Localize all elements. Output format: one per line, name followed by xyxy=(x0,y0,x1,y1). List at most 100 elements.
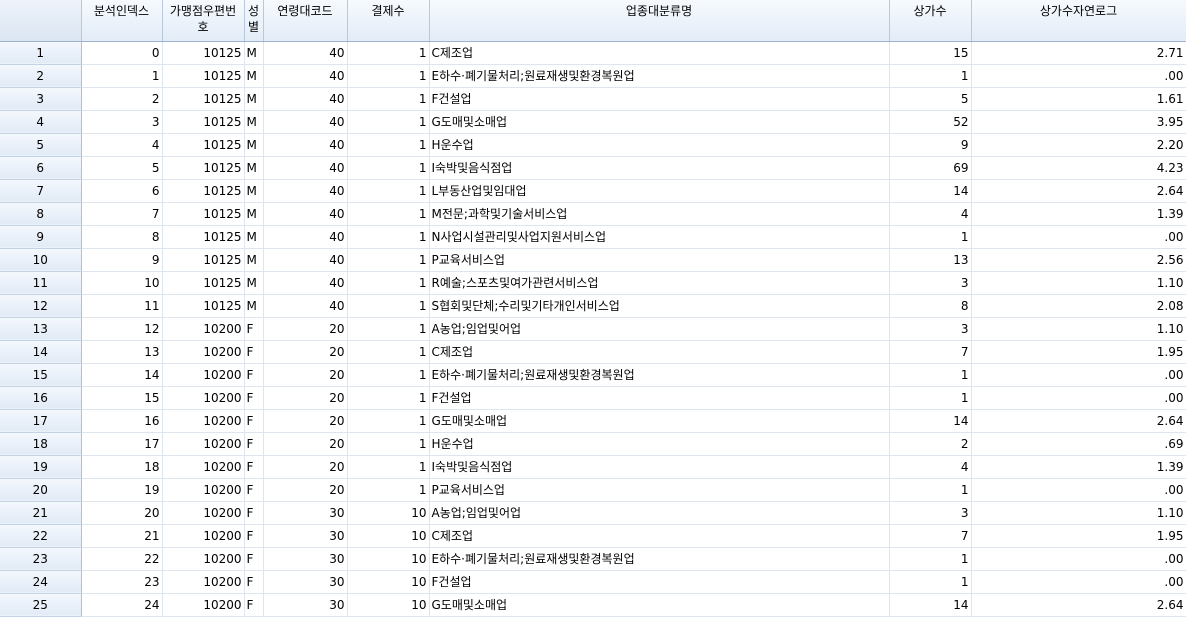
sex-cell[interactable]: F xyxy=(244,340,264,364)
postal-code-cell[interactable]: 10200 xyxy=(162,524,245,548)
postal-code-cell[interactable]: 10200 xyxy=(162,593,245,617)
store-count-log-cell[interactable]: 1.10 xyxy=(971,317,1186,341)
store-count-log-cell[interactable]: 1.39 xyxy=(971,202,1186,226)
industry-cell[interactable]: P교육서비스업 xyxy=(429,248,890,272)
row-number-header[interactable]: 20 xyxy=(0,478,82,502)
postal-code-cell[interactable]: 10200 xyxy=(162,409,245,433)
analysis-index-cell[interactable]: 21 xyxy=(81,524,163,548)
sex-cell[interactable]: M xyxy=(244,64,264,88)
sex-cell[interactable]: F xyxy=(244,363,264,387)
age-code-cell[interactable]: 20 xyxy=(263,386,348,410)
industry-cell[interactable]: M전문;과학및기술서비스업 xyxy=(429,202,890,226)
store-count-log-cell[interactable]: 4.23 xyxy=(971,156,1186,180)
row-number-header[interactable]: 6 xyxy=(0,156,82,180)
row-number-header[interactable]: 23 xyxy=(0,547,82,571)
industry-cell[interactable]: H운수업 xyxy=(429,432,890,456)
industry-cell[interactable]: N사업시설관리및사업지원서비스업 xyxy=(429,225,890,249)
store-count-cell[interactable]: 9 xyxy=(889,133,972,157)
analysis-index-cell[interactable]: 0 xyxy=(81,41,163,65)
store-count-log-cell[interactable]: .00 xyxy=(971,386,1186,410)
analysis-index-cell[interactable]: 20 xyxy=(81,501,163,525)
column-header-store-count-log[interactable]: 상가수자연로그 xyxy=(971,0,1186,42)
sex-cell[interactable]: M xyxy=(244,294,264,318)
postal-code-cell[interactable]: 10200 xyxy=(162,317,245,341)
payment-count-cell[interactable]: 10 xyxy=(347,570,430,594)
postal-code-cell[interactable]: 10125 xyxy=(162,133,245,157)
store-count-log-cell[interactable]: 2.20 xyxy=(971,133,1186,157)
postal-code-cell[interactable]: 10125 xyxy=(162,110,245,134)
store-count-log-cell[interactable]: 1.10 xyxy=(971,271,1186,295)
row-number-header[interactable]: 3 xyxy=(0,87,82,111)
analysis-index-cell[interactable]: 5 xyxy=(81,156,163,180)
store-count-log-cell[interactable]: 1.61 xyxy=(971,87,1186,111)
sex-cell[interactable]: F xyxy=(244,524,264,548)
row-number-header[interactable]: 4 xyxy=(0,110,82,134)
age-code-cell[interactable]: 40 xyxy=(263,133,348,157)
store-count-cell[interactable]: 69 xyxy=(889,156,972,180)
industry-cell[interactable]: F건설업 xyxy=(429,386,890,410)
industry-cell[interactable]: F건설업 xyxy=(429,87,890,111)
store-count-cell[interactable]: 14 xyxy=(889,409,972,433)
column-header-age-code[interactable]: 연령대코드 xyxy=(263,0,348,42)
row-number-header[interactable]: 17 xyxy=(0,409,82,433)
sex-cell[interactable]: M xyxy=(244,271,264,295)
sex-cell[interactable]: F xyxy=(244,409,264,433)
row-number-header[interactable]: 12 xyxy=(0,294,82,318)
sex-cell[interactable]: M xyxy=(244,248,264,272)
sex-cell[interactable]: F xyxy=(244,547,264,571)
age-code-cell[interactable]: 30 xyxy=(263,547,348,571)
row-number-header[interactable]: 18 xyxy=(0,432,82,456)
industry-cell[interactable]: C제조업 xyxy=(429,41,890,65)
sex-cell[interactable]: F xyxy=(244,432,264,456)
sex-cell[interactable]: M xyxy=(244,225,264,249)
analysis-index-cell[interactable]: 15 xyxy=(81,386,163,410)
payment-count-cell[interactable]: 10 xyxy=(347,593,430,617)
sex-cell[interactable]: F xyxy=(244,570,264,594)
analysis-index-cell[interactable]: 4 xyxy=(81,133,163,157)
store-count-log-cell[interactable]: 1.10 xyxy=(971,501,1186,525)
store-count-log-cell[interactable]: 1.95 xyxy=(971,340,1186,364)
store-count-cell[interactable]: 7 xyxy=(889,340,972,364)
store-count-log-cell[interactable]: .00 xyxy=(971,64,1186,88)
postal-code-cell[interactable]: 10200 xyxy=(162,478,245,502)
row-number-header[interactable]: 10 xyxy=(0,248,82,272)
analysis-index-cell[interactable]: 2 xyxy=(81,87,163,111)
store-count-cell[interactable]: 14 xyxy=(889,179,972,203)
analysis-index-cell[interactable]: 12 xyxy=(81,317,163,341)
postal-code-cell[interactable]: 10200 xyxy=(162,386,245,410)
postal-code-cell[interactable]: 10200 xyxy=(162,340,245,364)
age-code-cell[interactable]: 20 xyxy=(263,478,348,502)
age-code-cell[interactable]: 40 xyxy=(263,202,348,226)
payment-count-cell[interactable]: 1 xyxy=(347,110,430,134)
analysis-index-cell[interactable]: 10 xyxy=(81,271,163,295)
industry-cell[interactable]: G도매및소매업 xyxy=(429,110,890,134)
row-number-header[interactable]: 24 xyxy=(0,570,82,594)
age-code-cell[interactable]: 20 xyxy=(263,432,348,456)
payment-count-cell[interactable]: 1 xyxy=(347,202,430,226)
postal-code-cell[interactable]: 10200 xyxy=(162,432,245,456)
row-number-header[interactable]: 13 xyxy=(0,317,82,341)
row-number-header[interactable]: 9 xyxy=(0,225,82,249)
sex-cell[interactable]: F xyxy=(244,501,264,525)
payment-count-cell[interactable]: 1 xyxy=(347,478,430,502)
payment-count-cell[interactable]: 1 xyxy=(347,41,430,65)
postal-code-cell[interactable]: 10125 xyxy=(162,87,245,111)
payment-count-cell[interactable]: 1 xyxy=(347,386,430,410)
row-number-header[interactable]: 15 xyxy=(0,363,82,387)
analysis-index-cell[interactable]: 19 xyxy=(81,478,163,502)
postal-code-cell[interactable]: 10200 xyxy=(162,501,245,525)
sex-cell[interactable]: M xyxy=(244,110,264,134)
age-code-cell[interactable]: 20 xyxy=(263,409,348,433)
postal-code-cell[interactable]: 10200 xyxy=(162,363,245,387)
industry-cell[interactable]: A농업;임업및어업 xyxy=(429,317,890,341)
age-code-cell[interactable]: 40 xyxy=(263,294,348,318)
row-number-header[interactable]: 16 xyxy=(0,386,82,410)
analysis-index-cell[interactable]: 16 xyxy=(81,409,163,433)
store-count-cell[interactable]: 1 xyxy=(889,570,972,594)
row-number-header[interactable]: 7 xyxy=(0,179,82,203)
store-count-cell[interactable]: 15 xyxy=(889,41,972,65)
analysis-index-cell[interactable]: 1 xyxy=(81,64,163,88)
age-code-cell[interactable]: 40 xyxy=(263,64,348,88)
store-count-log-cell[interactable]: .00 xyxy=(971,363,1186,387)
analysis-index-cell[interactable]: 11 xyxy=(81,294,163,318)
